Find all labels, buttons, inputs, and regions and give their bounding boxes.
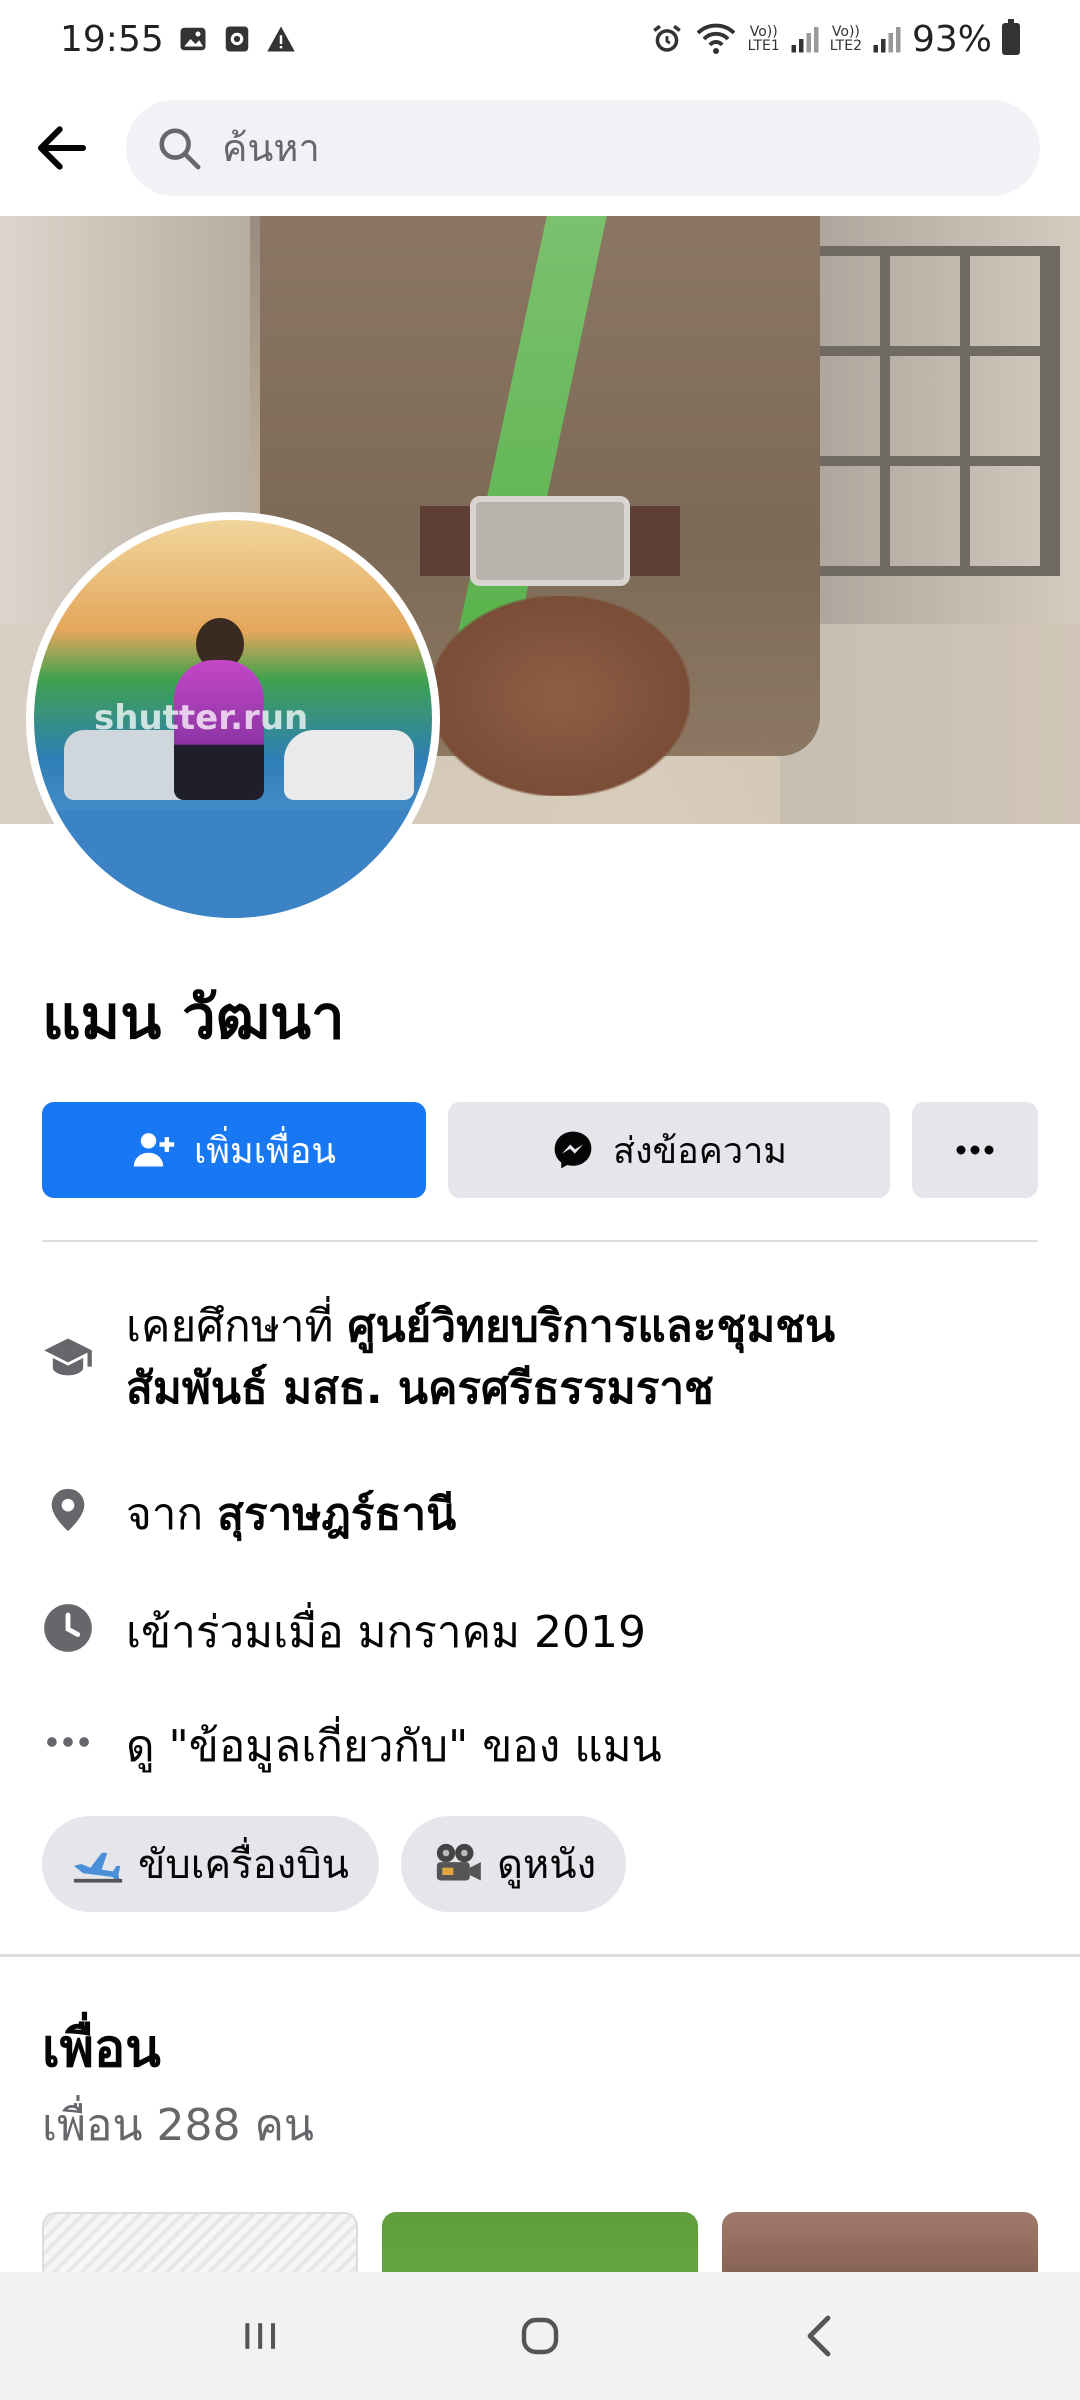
status-time: 19:55 — [60, 18, 164, 60]
add-friend-button[interactable]: เพิ่มเพื่อน — [42, 1102, 426, 1198]
search-header — [0, 96, 1080, 200]
info-hometown: จาก สุราษฎร์ธานี — [42, 1484, 1038, 1546]
joined-text: เข้าร่วมเมื่อ มกราคม 2019 — [126, 1607, 647, 1658]
profile-actions: เพิ่มเพื่อน ส่งข้อความ — [42, 1102, 1038, 1198]
system-nav-bar — [0, 2272, 1080, 2400]
hobby-chip-movies[interactable]: ดูหนัง — [400, 1816, 627, 1912]
hobbies: ขับเครื่องบิน ดูหนัง — [42, 1816, 627, 1912]
education-text: เคยศึกษาที่ ศูนย์วิทยบริการและชุมชน สัมพ… — [126, 1296, 835, 1420]
cover-buckle — [470, 496, 630, 586]
status-right: Vo)) LTE1 Vo)) LTE2 93% — [650, 19, 1020, 60]
signal-sim2-icon — [873, 27, 901, 53]
sim1-label: Vo)) LTE1 — [748, 25, 780, 53]
gallery-icon — [180, 27, 206, 51]
wifi-icon — [696, 23, 735, 54]
more-dots-icon — [956, 1145, 994, 1155]
nav-back-button[interactable] — [770, 2286, 870, 2386]
home-icon — [521, 2317, 559, 2355]
warning-icon — [267, 26, 295, 52]
search-input[interactable] — [222, 126, 982, 170]
friends-grid — [42, 2212, 1038, 2272]
profile-name: แมน วัฒนา — [42, 983, 345, 1053]
divider — [42, 1240, 1038, 1242]
hobby-label: ขับเครื่องบิน — [138, 1842, 349, 1888]
recents-icon — [245, 2323, 276, 2349]
more-options-button[interactable] — [912, 1102, 1038, 1198]
sim1-label-top: Vo)) — [749, 24, 778, 40]
add-friend-label: เพิ่มเพื่อน — [193, 1130, 337, 1172]
info-education: เคยศึกษาที่ ศูนย์วิทยบริการและชุมชน สัมพ… — [42, 1296, 1038, 1420]
status-bar: 19:55 Vo)) LTE1 Vo)) LTE2 93% — [0, 0, 1080, 78]
friends-heading: เพื่อน — [42, 2019, 161, 2079]
section-separator — [0, 1954, 1080, 1957]
hometown-text: จาก สุราษฎร์ธานี — [126, 1484, 456, 1546]
battery-percent: 93% — [911, 18, 992, 60]
hometown-prefix: จาก — [126, 1489, 204, 1540]
search-bar[interactable] — [126, 100, 1040, 196]
add-friend-icon — [133, 1133, 175, 1167]
hometown-place[interactable]: สุราษฎร์ธานี — [217, 1489, 456, 1540]
airplane-icon — [73, 1852, 123, 1883]
ellipsis-icon — [42, 1716, 94, 1768]
cover-window — [800, 246, 1060, 576]
back-button[interactable] — [30, 116, 94, 180]
location-pin-icon — [42, 1484, 94, 1536]
hobby-label: ดูหนัง — [496, 1842, 597, 1888]
recents-button[interactable] — [210, 2286, 310, 2386]
clock-icon — [42, 1602, 94, 1654]
info-see-about[interactable]: ดู "ข้อมูลเกี่ยวกับ" ของ แมน — [42, 1716, 1038, 1778]
friends-count: เพื่อน 288 คน — [42, 2100, 315, 2151]
info-joined: เข้าร่วมเมื่อ มกราคม 2019 — [42, 1602, 1038, 1664]
see-about-link[interactable]: ดู "ข้อมูลเกี่ยวกับ" ของ แมน — [126, 1716, 662, 1778]
education-place-line1[interactable]: ศูนย์วิทยบริการและชุมชน — [348, 1301, 836, 1352]
cover-hands — [430, 596, 690, 796]
avatar-road — [34, 810, 432, 918]
back-chevron-icon — [807, 2315, 831, 2357]
message-label: ส่งข้อความ — [612, 1130, 788, 1172]
friend-photo[interactable] — [382, 2212, 698, 2272]
movie-camera-icon — [436, 1843, 481, 1881]
avatar-car-right — [284, 730, 414, 800]
sim2-label: Vo)) LTE2 — [830, 25, 862, 53]
status-left: 19:55 — [60, 19, 296, 60]
friend-photo[interactable] — [42, 2212, 358, 2272]
home-button[interactable] — [490, 2286, 590, 2386]
graduation-cap-icon — [42, 1332, 94, 1384]
education-prefix: เคยศึกษาที่ — [126, 1301, 334, 1352]
profile-avatar[interactable]: shutter.run — [26, 512, 440, 926]
signal-sim1-icon — [791, 27, 819, 53]
avatar-watermark: shutter.run — [94, 698, 309, 738]
sim1-label-bottom: LTE1 — [747, 38, 780, 54]
messenger-icon — [554, 1131, 592, 1169]
friend-photo[interactable] — [722, 2212, 1038, 2272]
search-icon — [159, 128, 201, 170]
sim2-label-bottom: LTE2 — [829, 38, 862, 54]
hobby-chip-flying[interactable]: ขับเครื่องบิน — [42, 1816, 379, 1912]
education-place-line2[interactable]: สัมพันธ์ มสธ. นครศรีธรรมราช — [126, 1363, 714, 1414]
alarm-icon — [652, 24, 681, 52]
screen-record-icon — [225, 26, 248, 52]
battery-icon — [1002, 19, 1020, 55]
message-button[interactable]: ส่งข้อความ — [448, 1102, 890, 1198]
sim2-label-top: Vo)) — [831, 24, 860, 40]
arrow-left-icon — [37, 126, 87, 170]
